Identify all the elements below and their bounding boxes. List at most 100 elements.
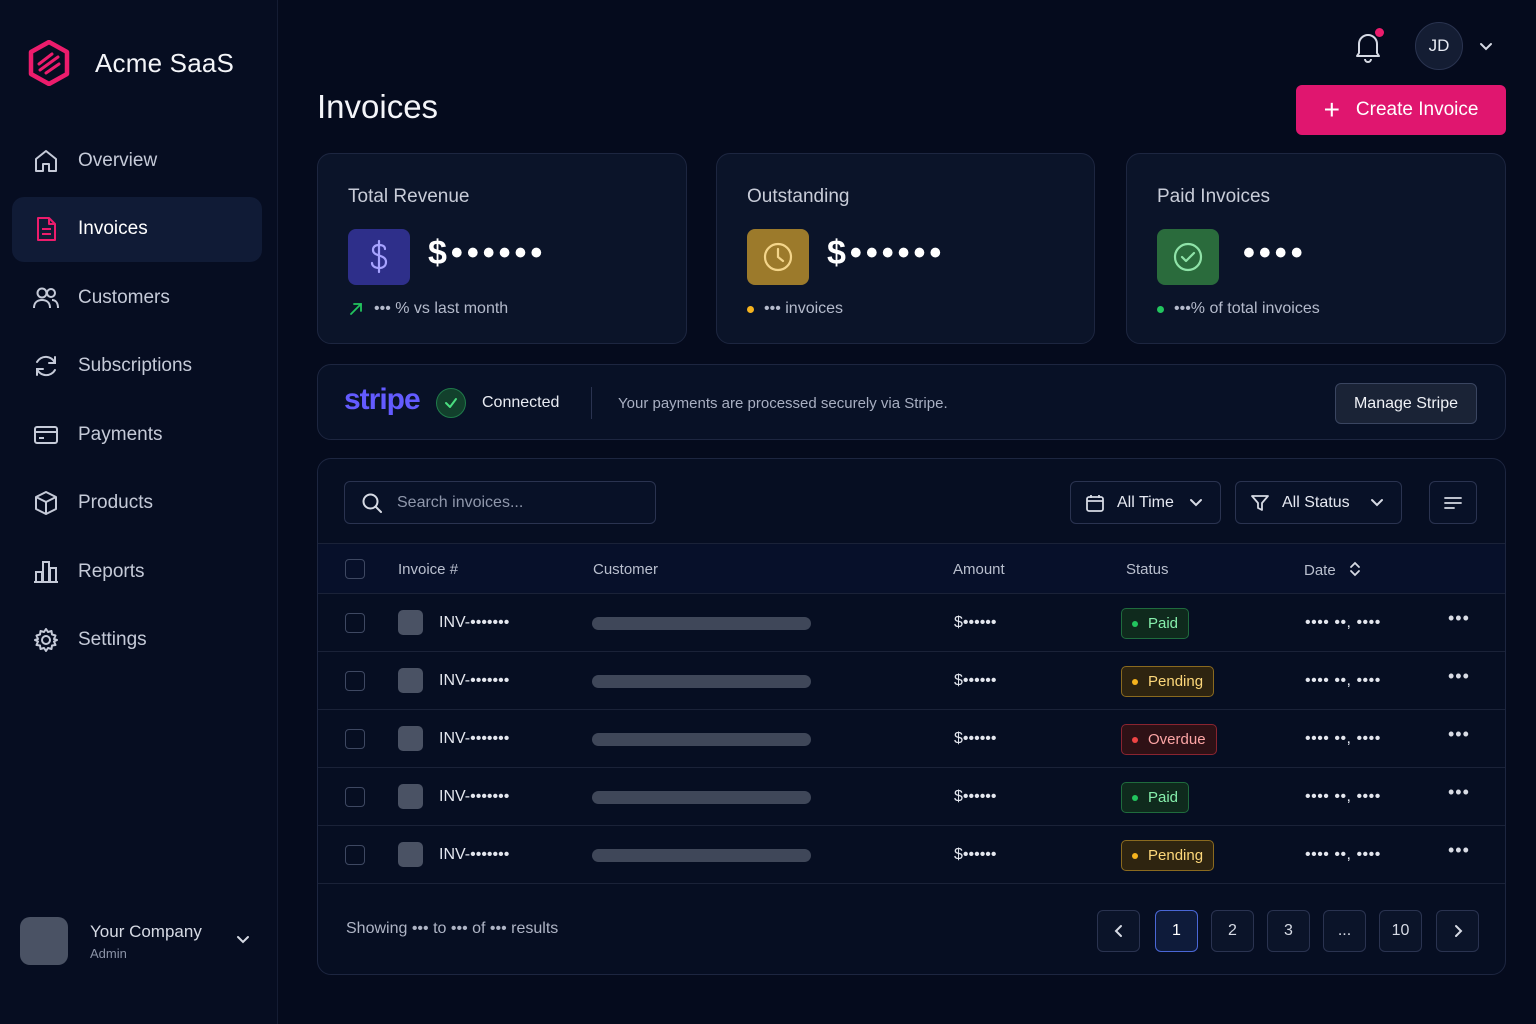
- brand[interactable]: Acme SaaS: [28, 40, 234, 86]
- invoice-number[interactable]: INV-•••••••: [439, 614, 509, 632]
- row-actions-button[interactable]: •••: [1448, 840, 1470, 861]
- page-button-10[interactable]: 10: [1379, 910, 1422, 952]
- page-ellipsis[interactable]: ...: [1323, 910, 1366, 952]
- status-dot: [1157, 305, 1164, 313]
- page-button-3[interactable]: 3: [1267, 910, 1310, 952]
- column-status[interactable]: Status: [1126, 561, 1169, 578]
- company-role: Admin: [90, 945, 127, 961]
- time-filter-label: All Time: [1117, 493, 1174, 511]
- column-invoice[interactable]: Invoice #: [398, 561, 458, 578]
- users-icon: [32, 284, 60, 312]
- column-customer[interactable]: Customer: [593, 561, 658, 578]
- invoice-date: •••• ••, ••••: [1305, 672, 1381, 689]
- app-name: Acme SaaS: [95, 47, 235, 78]
- create-invoice-button[interactable]: + Create Invoice: [1296, 85, 1506, 135]
- sidebar-item-overview[interactable]: Overview: [12, 128, 262, 193]
- table-row[interactable]: INV-••••••• $•••••• Pending •••• ••, •••…: [318, 652, 1505, 710]
- clock-icon: [747, 229, 809, 285]
- chevron-down-icon: [1371, 499, 1383, 507]
- status-label: Pending: [1148, 847, 1204, 864]
- sidebar-nav: Overview Invoices Customers Subscription…: [12, 128, 262, 676]
- row-checkbox[interactable]: [345, 787, 365, 807]
- sidebar-item-invoices[interactable]: Invoices: [12, 196, 262, 262]
- sidebar-item-label: Products: [78, 492, 153, 513]
- box-icon: [32, 489, 60, 517]
- status-badge: Overdue: [1121, 724, 1217, 755]
- user-avatar[interactable]: JD: [1415, 22, 1463, 70]
- total-revenue-card: Total Revenue $•••••• ••• % vs last mont…: [317, 153, 687, 344]
- row-checkbox[interactable]: [345, 845, 365, 865]
- prev-page-button[interactable]: [1097, 910, 1140, 952]
- invoice-number[interactable]: INV-•••••••: [439, 788, 509, 806]
- sidebar-item-subscriptions[interactable]: Subscriptions: [12, 334, 262, 399]
- page-button-2[interactable]: 2: [1211, 910, 1254, 952]
- time-filter[interactable]: All Time: [1070, 481, 1221, 524]
- table-row[interactable]: INV-••••••• $•••••• Paid •••• ••, •••• •…: [318, 594, 1505, 652]
- table-row[interactable]: INV-••••••• $•••••• Paid •••• ••, •••• •…: [318, 768, 1505, 826]
- sidebar-item-payments[interactable]: Payments: [12, 402, 262, 467]
- sidebar-item-label: Reports: [78, 560, 145, 582]
- invoice-date: •••• ••, ••••: [1305, 788, 1381, 805]
- sidebar-item-products[interactable]: Products: [12, 471, 262, 536]
- row-actions-button[interactable]: •••: [1448, 782, 1470, 803]
- manage-stripe-button[interactable]: Manage Stripe: [1335, 383, 1477, 424]
- select-all-checkbox[interactable]: [345, 559, 365, 579]
- status-badge: Paid: [1121, 782, 1190, 813]
- company-switcher[interactable]: Your Company Admin: [20, 917, 260, 965]
- invoice-number[interactable]: INV-•••••••: [439, 846, 509, 864]
- revenue-trend-text: ••• % vs last month: [374, 300, 509, 317]
- status-label: Paid: [1148, 789, 1179, 806]
- chevron-right-icon: [1454, 925, 1462, 937]
- page-button-1[interactable]: 1: [1155, 910, 1198, 952]
- customer-placeholder: [592, 617, 811, 630]
- row-checkbox[interactable]: [345, 671, 365, 691]
- column-amount[interactable]: Amount: [953, 561, 1005, 578]
- plus-icon: +: [1323, 94, 1340, 125]
- sidebar: Acme SaaS Overview Invoices Customers Su…: [0, 0, 278, 1024]
- column-date[interactable]: Date: [1304, 561, 1362, 579]
- row-actions-button[interactable]: •••: [1448, 724, 1470, 745]
- invoice-date: •••• ••, ••••: [1305, 730, 1381, 747]
- next-page-button[interactable]: [1436, 910, 1479, 952]
- column-date-label: Date: [1304, 562, 1336, 579]
- row-actions-button[interactable]: •••: [1448, 608, 1470, 629]
- search-box[interactable]: [344, 481, 656, 524]
- sidebar-item-customers[interactable]: Customers: [12, 265, 262, 330]
- amount: $••••••: [954, 614, 997, 631]
- status-filter[interactable]: All Status: [1235, 481, 1402, 524]
- outstanding-foot-text: ••• invoices: [764, 300, 844, 317]
- notifications-button[interactable]: [1350, 28, 1386, 64]
- row-actions-button[interactable]: •••: [1448, 666, 1470, 687]
- view-options-button[interactable]: [1429, 481, 1477, 524]
- sidebar-item-label: Customers: [78, 286, 170, 308]
- sidebar-item-label: Overview: [78, 149, 158, 171]
- sidebar-item-settings[interactable]: Settings: [12, 608, 262, 673]
- invoice-number[interactable]: INV-•••••••: [439, 672, 509, 690]
- table-row[interactable]: INV-••••••• $•••••• Pending •••• ••, •••…: [318, 826, 1505, 884]
- sidebar-item-label: Settings: [78, 629, 147, 650]
- paid-invoices-card: Paid Invoices •••• •••% of total invoice…: [1126, 153, 1506, 344]
- chevron-down-icon[interactable]: [1477, 38, 1495, 56]
- customer-placeholder: [592, 791, 811, 804]
- status-label: Pending: [1148, 673, 1204, 690]
- revenue-value: $••••••: [428, 234, 547, 272]
- status-filter-label: All Status: [1282, 493, 1350, 511]
- outstanding-foot: ••• invoices: [747, 300, 843, 318]
- status-dot: [1132, 736, 1138, 743]
- customer-placeholder: [592, 849, 811, 862]
- calendar-icon: [1086, 494, 1104, 512]
- table-row[interactable]: INV-••••••• $•••••• Overdue •••• ••, •••…: [318, 710, 1505, 768]
- status-label: Overdue: [1148, 731, 1206, 748]
- revenue-trend: ••• % vs last month: [348, 300, 508, 318]
- company-avatar: [20, 917, 68, 965]
- status-dot: [1132, 794, 1138, 801]
- invoice-number[interactable]: INV-•••••••: [439, 730, 509, 748]
- row-checkbox[interactable]: [345, 729, 365, 749]
- row-checkbox[interactable]: [345, 613, 365, 633]
- notification-dot: [1375, 28, 1384, 37]
- sidebar-item-reports[interactable]: Reports: [12, 539, 262, 604]
- card-title: Outstanding: [747, 186, 850, 207]
- company-name: Your Company: [90, 921, 202, 941]
- amount: $••••••: [954, 788, 997, 805]
- search-input[interactable]: [397, 493, 637, 512]
